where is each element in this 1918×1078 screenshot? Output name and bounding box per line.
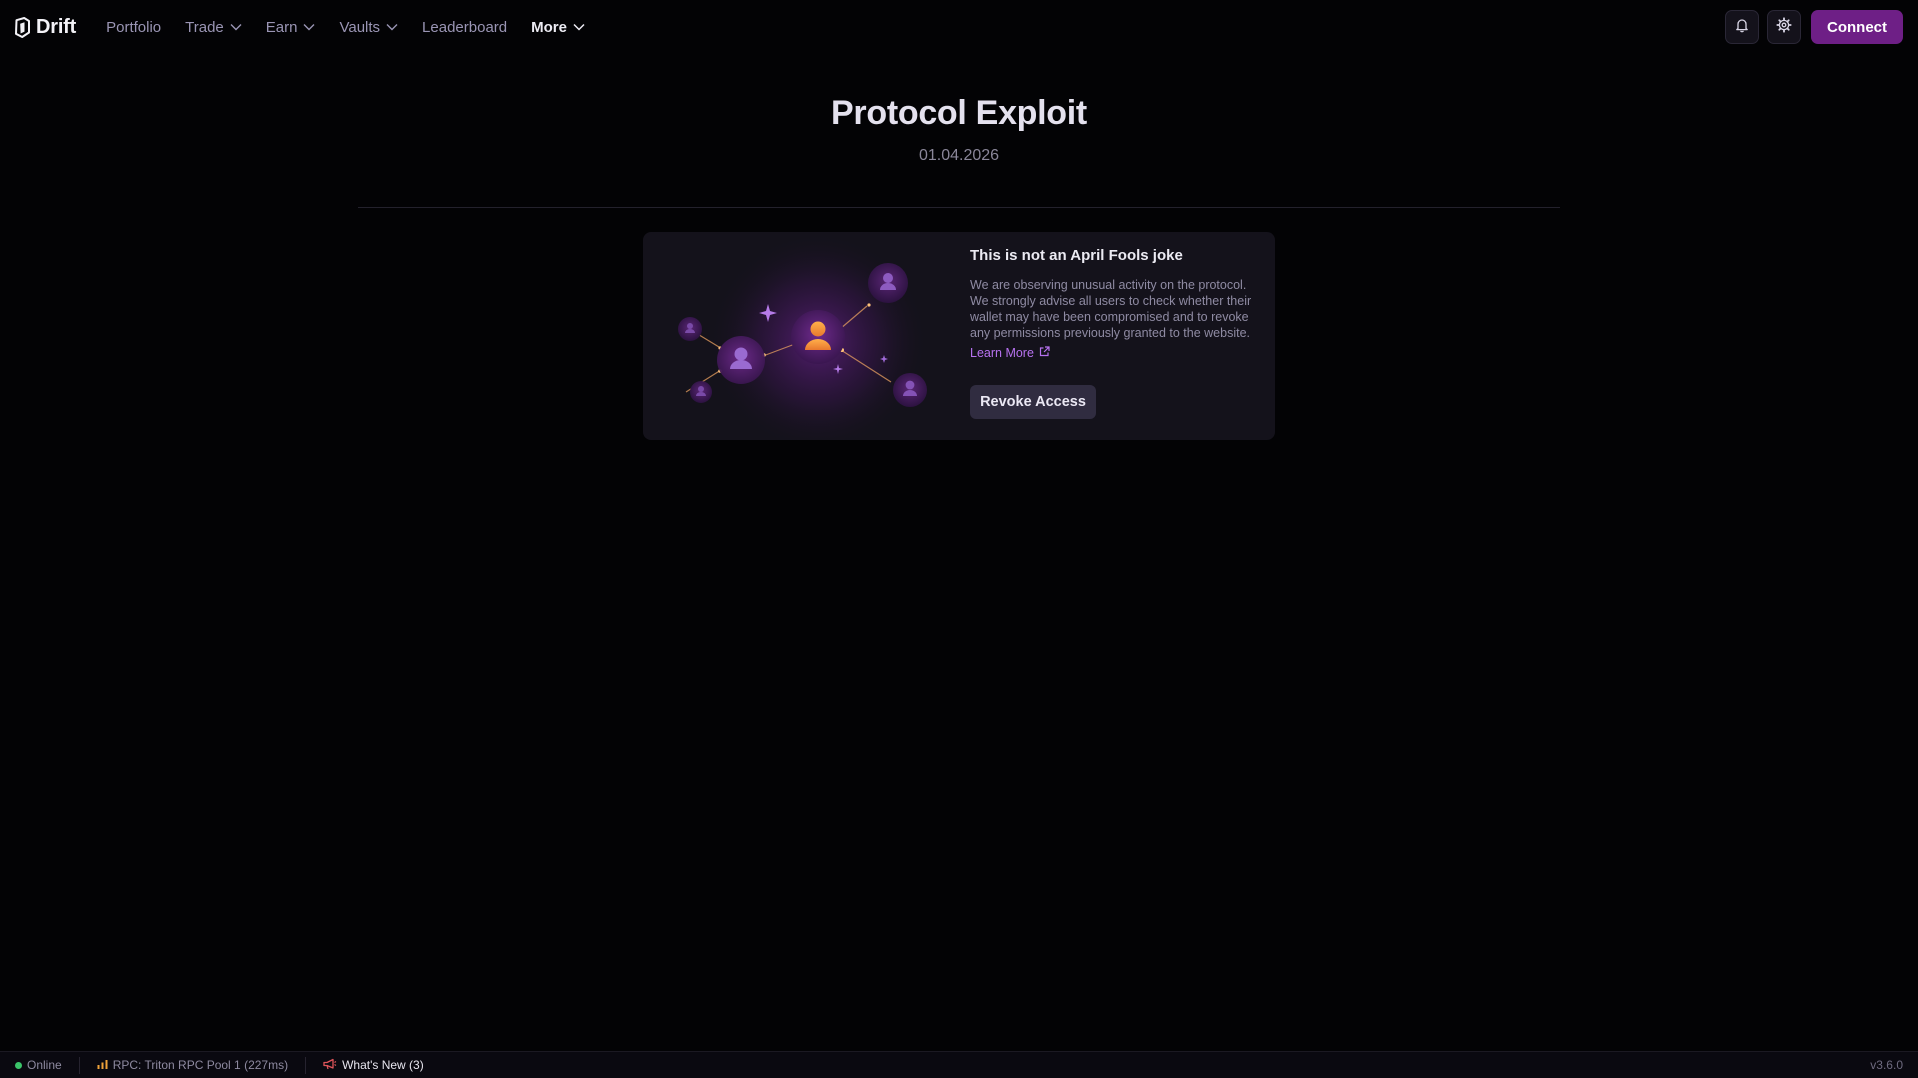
online-dot-icon [15, 1061, 22, 1069]
learn-more-link[interactable]: Learn More [970, 346, 1050, 360]
top-navbar: Drift Portfolio Trade Earn Vaults Leader… [0, 0, 1918, 54]
main-nav: Portfolio Trade Earn Vaults Leaderboard … [106, 19, 609, 36]
connection-status: Online [15, 1058, 62, 1072]
notice-card: This is not an April Fools joke We are o… [643, 232, 1275, 452]
notifications-button[interactable] [1725, 10, 1759, 44]
connection-status-label: Online [27, 1058, 62, 1072]
signal-bars-icon [97, 1058, 108, 1072]
footer-divider [305, 1056, 307, 1074]
megaphone-icon [323, 1058, 337, 1073]
page-title: Protocol Exploit [831, 94, 1087, 132]
drift-logo[interactable]: Drift [14, 16, 76, 39]
whats-new-label: What's New (3) [342, 1058, 424, 1072]
nav-right: Connect [1725, 10, 1903, 44]
status-bar: Online RPC: Triton RPC Pool 1 (227ms) Wh… [0, 1051, 1918, 1078]
nav-item-label: More [531, 18, 567, 36]
chevron-down-icon [386, 23, 398, 31]
bell-icon [1734, 17, 1750, 38]
footer-divider [78, 1056, 80, 1074]
nav-item-more[interactable]: More [531, 19, 585, 36]
gear-icon [1776, 16, 1792, 38]
notice-content: This is not an April Fools joke We are o… [970, 232, 1266, 440]
revoke-access-button[interactable]: Revoke Access [970, 385, 1096, 419]
chevron-down-icon [230, 23, 242, 31]
connect-button[interactable]: Connect [1811, 10, 1903, 44]
nav-item-portfolio[interactable]: Portfolio [106, 19, 161, 36]
page-date: 01.04.2026 [918, 147, 1000, 164]
notice-body: We are observing unusual activity on the… [970, 278, 1252, 340]
nav-item-label: Portfolio [106, 18, 162, 36]
rpc-status[interactable]: RPC: Triton RPC Pool 1 (227ms) [97, 1058, 288, 1072]
nav-left: Drift Portfolio Trade Earn Vaults Leader… [14, 0, 609, 54]
external-link-icon [1039, 346, 1050, 360]
settings-button[interactable] [1767, 10, 1801, 44]
nav-item-leaderboard[interactable]: Leaderboard [422, 19, 507, 36]
notice-title: This is not an April Fools joke [970, 247, 1183, 264]
drift-logo-icon [14, 16, 31, 38]
network-people-illustration [643, 232, 970, 452]
nav-item-earn[interactable]: Earn [266, 19, 316, 36]
chevron-down-icon [303, 23, 315, 31]
nav-item-label: Earn [265, 18, 298, 36]
nav-item-label: Vaults [339, 18, 381, 36]
brand-name: Drift [36, 15, 77, 38]
rpc-status-label: RPC: Triton RPC Pool 1 (227ms) [112, 1058, 289, 1072]
divider [358, 207, 1560, 208]
nav-item-vaults[interactable]: Vaults [339, 19, 398, 36]
nav-item-trade[interactable]: Trade [185, 19, 242, 36]
app-version: v3.6.0 [1870, 1058, 1903, 1072]
page-header: Protocol Exploit 01.04.2026 [0, 94, 1918, 165]
chevron-down-icon [573, 23, 585, 31]
learn-more-label: Learn More [970, 346, 1034, 360]
nav-item-label: Trade [185, 18, 224, 36]
nav-item-label: Leaderboard [422, 18, 508, 36]
whats-new-button[interactable]: What's New (3) [323, 1058, 424, 1073]
